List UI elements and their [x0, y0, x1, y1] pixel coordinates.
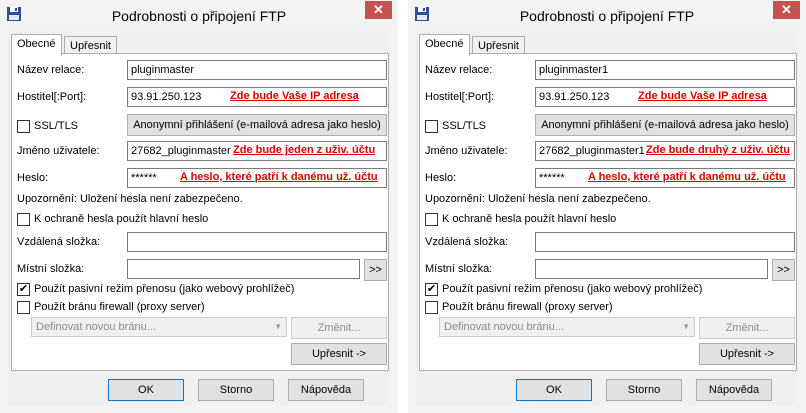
dropdown-arrow-icon: ▼	[274, 322, 282, 331]
session-name-input[interactable]: pluginmaster1	[535, 60, 795, 80]
local-folder-input[interactable]	[535, 259, 768, 279]
window-frame-left	[0, 30, 8, 413]
title-bar[interactable]: Podrobnosti o připojení FTP ✕	[408, 0, 806, 30]
close-button[interactable]: ✕	[365, 1, 392, 19]
password-warning: Upozornění: Uložení hesla není zabezpeče…	[425, 193, 651, 205]
tab-general[interactable]: Obecné	[11, 34, 62, 56]
ok-button[interactable]: OK	[108, 379, 184, 401]
firewall-gateway-select[interactable]: Definovat novou bránu... ▼	[439, 317, 695, 337]
password-warning: Upozornění: Uložení hesla není zabezpeče…	[17, 193, 243, 205]
close-button[interactable]: ✕	[773, 1, 800, 19]
dialog-body: Obecné Upřesnit Název relace: pluginmast…	[8, 30, 390, 405]
window-frame-left	[408, 30, 416, 413]
firewall-checkbox[interactable]	[425, 301, 438, 314]
general-tab-panel: Název relace: pluginmaster1 Hostitel[:Po…	[419, 53, 797, 371]
host-annotation: Zde bude Vaše IP adresa	[638, 90, 767, 102]
cancel-button[interactable]: Storno	[198, 379, 274, 401]
change-gateway-button[interactable]: Změnit...	[291, 317, 387, 339]
remote-folder-label: Vzdálená složka:	[17, 236, 101, 248]
password-label: Heslo:	[17, 172, 49, 184]
username-label: Jméno uživatele:	[17, 145, 100, 157]
dropdown-arrow-icon: ▼	[682, 322, 690, 331]
window-title: Podrobnosti o připojení FTP	[519, 8, 695, 24]
advanced-button[interactable]: Upřesnit ->	[291, 343, 387, 365]
passive-mode-checkbox[interactable]: ✔	[17, 283, 30, 296]
browse-local-folder-button[interactable]: >>	[772, 259, 795, 281]
firewall-label: Použít bránu firewall (proxy server)	[34, 301, 205, 313]
master-password-checkbox[interactable]	[17, 213, 30, 226]
password-annotation: A heslo, které patří k danému už. účtu	[588, 171, 786, 183]
session-name-label: Název relace:	[17, 64, 85, 76]
username-value: 27682_pluginmaster	[131, 145, 231, 157]
change-gateway-button[interactable]: Změnit...	[699, 317, 795, 339]
firewall-gateway-value: Definovat novou bránu...	[444, 321, 564, 333]
anonymous-login-button[interactable]: Anonymní přihlášení (e-mailová adresa ja…	[127, 114, 387, 136]
firewall-checkbox[interactable]	[17, 301, 30, 314]
host-annotation: Zde bude Vaše IP adresa	[230, 90, 359, 102]
anonymous-login-button[interactable]: Anonymní přihlášení (e-mailová adresa ja…	[535, 114, 795, 136]
username-annotation: Zde bude jeden z uživ. účtu	[233, 144, 376, 156]
ftp-dialog-2: Podrobnosti o připojení FTP ✕ Obecné Upř…	[408, 0, 806, 413]
ssl-tls-label: SSL/TLS	[442, 120, 487, 132]
cancel-button[interactable]: Storno	[606, 379, 682, 401]
local-folder-label: Místní složka:	[425, 263, 493, 275]
advanced-button[interactable]: Upřesnit ->	[699, 343, 795, 365]
password-annotation: A heslo, které patří k danému už. účtu	[180, 171, 378, 183]
firewall-label: Použít bránu firewall (proxy server)	[442, 301, 613, 313]
checkmark-icon: ✔	[426, 283, 437, 295]
master-password-label: K ochraně hesla použít hlavní heslo	[442, 213, 617, 225]
session-name-label: Název relace:	[425, 64, 493, 76]
help-button[interactable]: Nápověda	[696, 379, 772, 401]
host-label: Hostitel[:Port]:	[17, 91, 87, 103]
ssl-tls-label: SSL/TLS	[34, 120, 79, 132]
ssl-tls-checkbox[interactable]	[425, 120, 438, 133]
window-frame-bottom	[0, 405, 398, 413]
username-label: Jméno uživatele:	[425, 145, 508, 157]
username-annotation: Zde bude druhý z uživ. účtu	[646, 144, 791, 156]
window-title: Podrobnosti o připojení FTP	[111, 8, 287, 24]
checkmark-icon: ✔	[18, 283, 29, 295]
browse-local-folder-button[interactable]: >>	[364, 259, 387, 281]
ssl-tls-checkbox[interactable]	[17, 120, 30, 133]
remote-folder-input[interactable]	[127, 232, 387, 252]
local-folder-input[interactable]	[127, 259, 360, 279]
ftp-dialog-1: Podrobnosti o připojení FTP ✕ Obecné Upř…	[0, 0, 398, 413]
window-frame-right	[390, 30, 398, 413]
passive-mode-label: Použít pasivní režim přenosu (jako webov…	[442, 283, 703, 295]
window-frame-bottom	[408, 405, 806, 413]
session-name-input[interactable]: pluginmaster	[127, 60, 387, 80]
host-label: Hostitel[:Port]:	[425, 91, 495, 103]
remote-folder-input[interactable]	[535, 232, 795, 252]
firewall-gateway-value: Definovat novou bránu...	[36, 321, 156, 333]
firewall-gateway-select[interactable]: Definovat novou bránu... ▼	[31, 317, 287, 337]
local-folder-label: Místní složka:	[17, 263, 85, 275]
password-label: Heslo:	[425, 172, 457, 184]
title-bar[interactable]: Podrobnosti o připojení FTP ✕	[0, 0, 398, 30]
passive-mode-checkbox[interactable]: ✔	[425, 283, 438, 296]
window-frame-right	[798, 30, 806, 413]
master-password-checkbox[interactable]	[425, 213, 438, 226]
ok-button[interactable]: OK	[516, 379, 592, 401]
general-tab-panel: Název relace: pluginmaster Hostitel[:Por…	[11, 53, 389, 371]
master-password-label: K ochraně hesla použít hlavní heslo	[34, 213, 209, 225]
tab-general[interactable]: Obecné	[419, 34, 470, 56]
username-value: 27682_pluginmaster1	[539, 145, 645, 157]
dialog-body: Obecné Upřesnit Název relace: pluginmast…	[416, 30, 798, 405]
help-button[interactable]: Nápověda	[288, 379, 364, 401]
remote-folder-label: Vzdálená složka:	[425, 236, 509, 248]
passive-mode-label: Použít pasivní režim přenosu (jako webov…	[34, 283, 295, 295]
